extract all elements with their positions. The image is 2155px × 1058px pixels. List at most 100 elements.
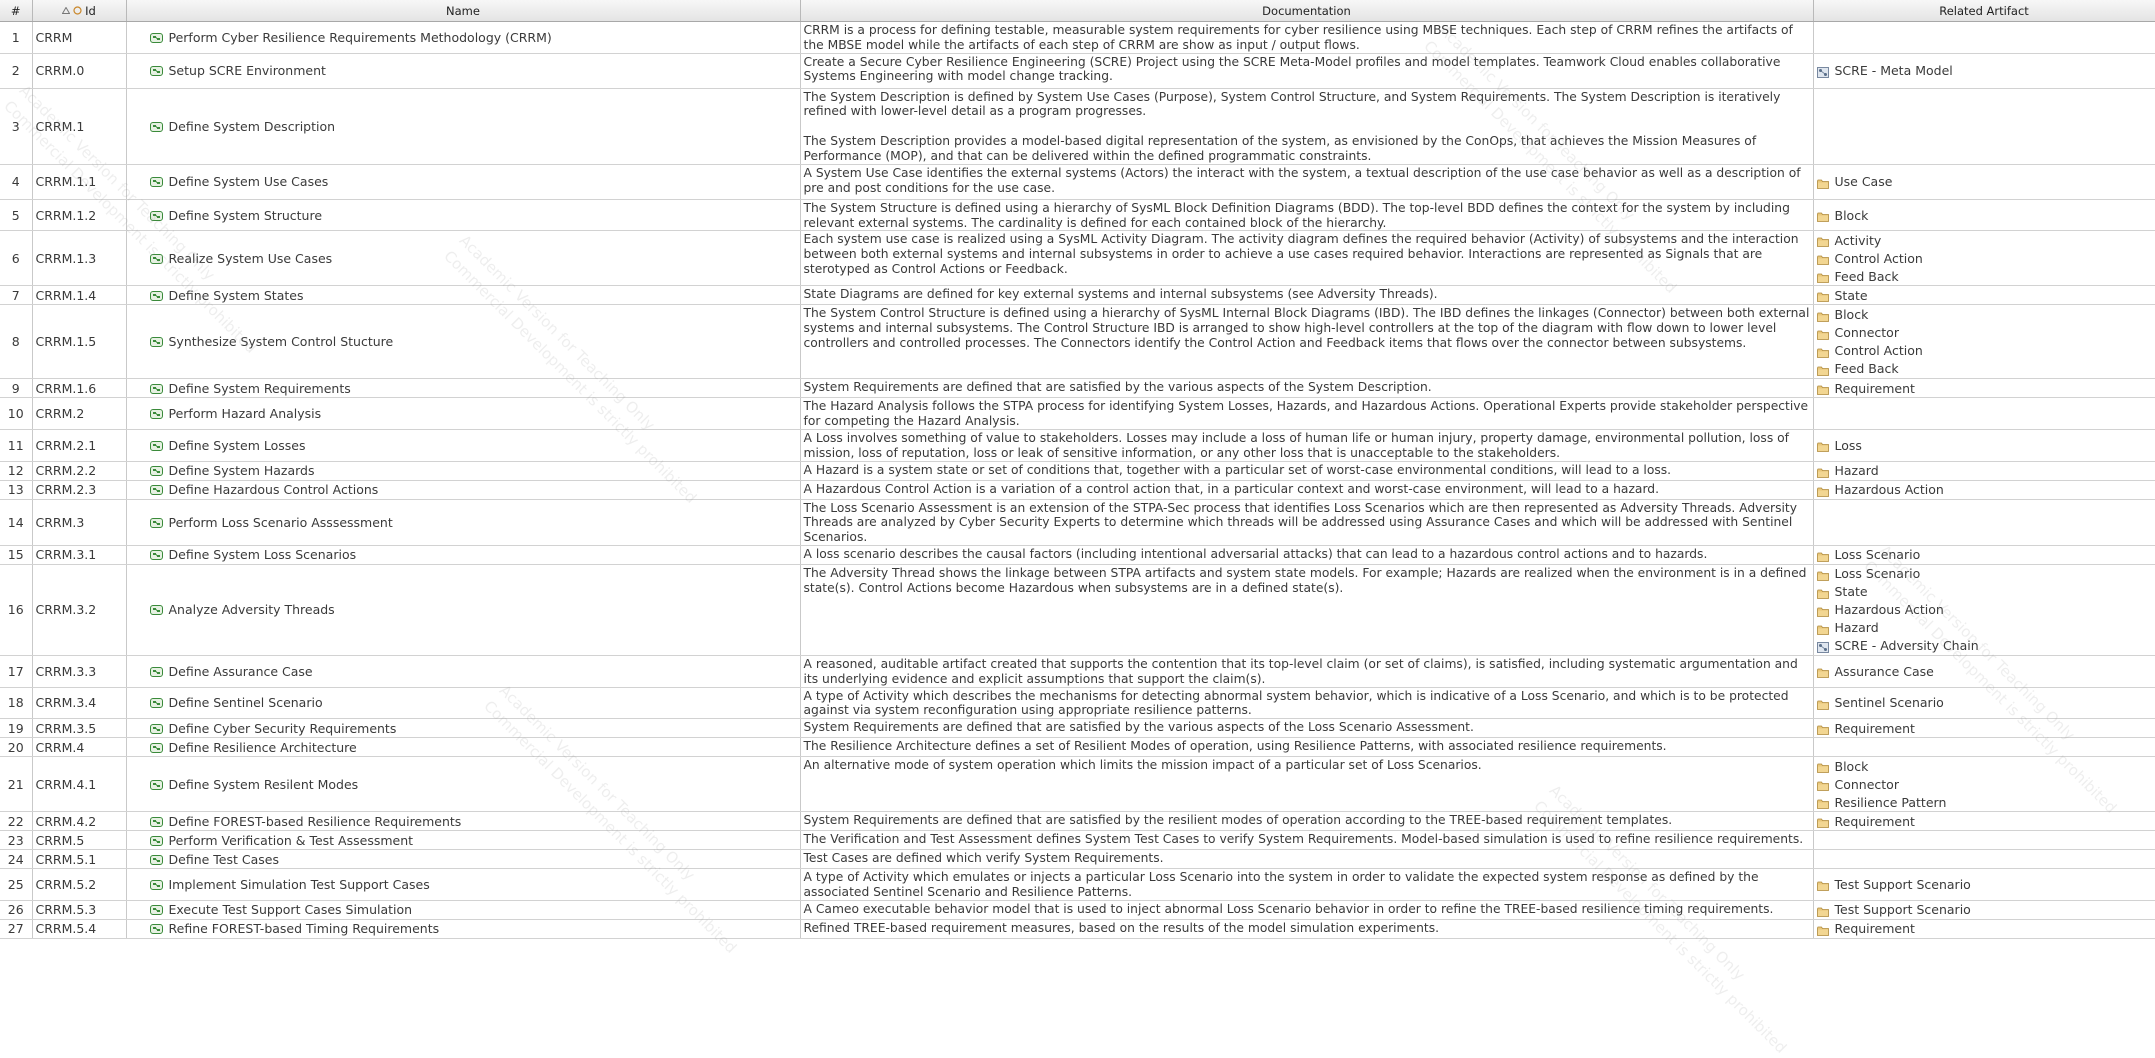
row-related-artifact[interactable]: State xyxy=(1813,285,2155,306)
row-id[interactable]: CRRM.1 xyxy=(32,88,127,165)
row-related-artifact[interactable]: Requirement xyxy=(1813,718,2155,739)
row-related-artifact[interactable]: Hazard xyxy=(1813,461,2155,481)
row-id[interactable]: CRRM.1.3 xyxy=(32,230,127,287)
row-name-cell[interactable]: Perform Verification & Test Assessment xyxy=(126,830,801,851)
row-name-cell[interactable]: Define System States xyxy=(126,285,801,306)
table-row[interactable]: 7 CRRM.1.4 Define System States State Diagr… xyxy=(0,285,2155,306)
column-header-documentation[interactable]: Documentation xyxy=(800,0,1814,22)
row-id[interactable]: CRRM.5.2 xyxy=(32,868,127,901)
column-header-related-artifact[interactable]: Related Artifact xyxy=(1813,0,2155,22)
row-documentation[interactable]: A type of Activity which emulates or inj… xyxy=(800,868,1814,901)
row-related-artifact[interactable]: Block Connector Resilience Pattern xyxy=(1813,756,2155,813)
table-row[interactable]: 13 CRRM.2.3 Define Hazardous Control Actio… xyxy=(0,480,2155,500)
related-artifact-item[interactable]: Hazard xyxy=(1816,619,2155,637)
row-documentation[interactable]: A System Use Case identifies the externa… xyxy=(800,164,1814,200)
related-artifact-item[interactable]: Feed Back xyxy=(1816,267,2155,285)
row-id[interactable]: CRRM.2 xyxy=(32,397,127,430)
related-artifact-item[interactable]: Hazard xyxy=(1816,462,2155,480)
row-documentation[interactable]: CRRM is a process for defining testable,… xyxy=(800,21,1814,54)
row-related-artifact[interactable]: Test Support Scenario xyxy=(1813,868,2155,901)
related-artifact-item[interactable]: Requirement xyxy=(1816,379,2155,397)
related-artifact-item[interactable]: Requirement xyxy=(1816,920,2155,938)
row-documentation[interactable]: A Cameo executable behavior model that i… xyxy=(800,900,1814,920)
row-id[interactable]: CRRM.5.4 xyxy=(32,919,127,939)
row-id[interactable]: CRRM.5.1 xyxy=(32,849,127,870)
related-artifact-item[interactable]: Control Action xyxy=(1816,249,2155,267)
row-documentation[interactable]: System Requirements are defined that are… xyxy=(800,718,1814,739)
row-name-cell[interactable]: Analyze Adversity Threads xyxy=(126,564,801,656)
row-name-cell[interactable]: Define System Use Cases xyxy=(126,164,801,200)
row-documentation[interactable]: System Requirements are defined that are… xyxy=(800,378,1814,399)
row-related-artifact[interactable]: Activity Control Action Feed Back xyxy=(1813,230,2155,287)
row-name-cell[interactable]: Implement Simulation Test Support Cases xyxy=(126,868,801,901)
row-id[interactable]: CRRM.3.5 xyxy=(32,718,127,739)
row-name-cell[interactable]: Define Resilience Architecture xyxy=(126,737,801,758)
row-related-artifact[interactable]: Hazardous Action xyxy=(1813,480,2155,500)
row-related-artifact[interactable]: Block xyxy=(1813,199,2155,232)
related-artifact-item[interactable]: Hazardous Action xyxy=(1816,481,2155,499)
row-documentation[interactable]: A Hazardous Control Action is a variatio… xyxy=(800,480,1814,500)
row-documentation[interactable]: Create a Secure Cyber Resilience Enginee… xyxy=(800,53,1814,89)
row-name-cell[interactable]: Define System Loss Scenarios xyxy=(126,545,801,565)
row-related-artifact[interactable] xyxy=(1813,830,2155,851)
table-row[interactable]: 12 CRRM.2.2 Define System Hazards A Hazard … xyxy=(0,461,2155,481)
table-row[interactable]: 10 CRRM.2 Perform Hazard Analysis The Hazar… xyxy=(0,397,2155,430)
related-artifact-item[interactable]: Feed Back xyxy=(1816,360,2155,378)
row-documentation[interactable]: Refined TREE-based requirement measures,… xyxy=(800,919,1814,939)
related-artifact-item[interactable]: SCRE - Meta Model xyxy=(1816,62,2155,80)
row-documentation[interactable]: The System Structure is defined using a … xyxy=(800,199,1814,232)
table-row[interactable]: 25 CRRM.5.2 Implement Simulation Test Supp… xyxy=(0,868,2155,901)
row-id[interactable]: CRRM.3.4 xyxy=(32,687,127,720)
column-header-id[interactable]: Id xyxy=(32,0,127,22)
row-name-cell[interactable]: Perform Cyber Resilience Requirements Me… xyxy=(126,21,801,54)
row-related-artifact[interactable] xyxy=(1813,499,2155,546)
related-artifact-item[interactable]: Test Support Scenario xyxy=(1816,901,2155,919)
row-documentation[interactable]: The Verification and Test Assessment def… xyxy=(800,830,1814,851)
row-name-cell[interactable]: Execute Test Support Cases Simulation xyxy=(126,900,801,920)
row-documentation[interactable]: Test Cases are defined which verify Syst… xyxy=(800,849,1814,870)
related-artifact-item[interactable]: Loss xyxy=(1816,436,2155,454)
row-documentation[interactable]: The Hazard Analysis follows the STPA pro… xyxy=(800,397,1814,430)
row-documentation[interactable]: An alternative mode of system operation … xyxy=(800,756,1814,813)
table-row[interactable]: 4 CRRM.1.1 Define System Use Cases A System… xyxy=(0,164,2155,200)
row-documentation[interactable]: The System Control Structure is defined … xyxy=(800,304,1814,380)
row-name-cell[interactable]: Realize System Use Cases xyxy=(126,230,801,287)
row-name-cell[interactable]: Define System Hazards xyxy=(126,461,801,481)
row-documentation[interactable]: A type of Activity which describes the m… xyxy=(800,687,1814,720)
row-related-artifact[interactable]: SCRE - Meta Model xyxy=(1813,53,2155,89)
table-row[interactable]: 16 CRRM.3.2 Analyze Adversity Threads The A… xyxy=(0,564,2155,656)
related-artifact-item[interactable]: Hazardous Action xyxy=(1816,601,2155,619)
table-row[interactable]: 6 CRRM.1.3 Realize System Use Cases Each sy… xyxy=(0,230,2155,287)
row-documentation[interactable]: The System Description is defined by Sys… xyxy=(800,88,1814,165)
row-name-cell[interactable]: Refine FOREST-based Timing Requirements xyxy=(126,919,801,939)
table-row[interactable]: 5 CRRM.1.2 Define System Structure The Syst… xyxy=(0,199,2155,232)
table-row[interactable]: 21 CRRM.4.1 Define System Resilent Modes An… xyxy=(0,756,2155,813)
table-row[interactable]: 2 CRRM.0 Setup SCRE Environment Create a Se… xyxy=(0,53,2155,89)
row-id[interactable]: CRRM.2.1 xyxy=(32,429,127,462)
row-id[interactable]: CRRM.3.3 xyxy=(32,655,127,688)
related-artifact-item[interactable]: State xyxy=(1816,286,2155,304)
row-id[interactable]: CRRM.5.3 xyxy=(32,900,127,920)
row-documentation[interactable]: The Resilience Architecture defines a se… xyxy=(800,737,1814,758)
row-name-cell[interactable]: Define System Description xyxy=(126,88,801,165)
related-artifact-item[interactable]: Loss Scenario xyxy=(1816,565,2155,583)
row-related-artifact[interactable]: Loss Scenario State Hazardous Action Hazard… xyxy=(1813,564,2155,656)
row-documentation[interactable]: State Diagrams are defined for key exter… xyxy=(800,285,1814,306)
related-artifact-item[interactable]: Requirement xyxy=(1816,812,2155,830)
row-related-artifact[interactable]: Loss xyxy=(1813,429,2155,462)
table-row[interactable]: 27 CRRM.5.4 Refine FOREST-based Timing Req… xyxy=(0,919,2155,939)
related-artifact-item[interactable]: SCRE - Adversity Chain xyxy=(1816,637,2155,655)
row-related-artifact[interactable]: Block Connector Control Action Feed Back xyxy=(1813,304,2155,380)
row-documentation[interactable]: A Hazard is a system state or set of con… xyxy=(800,461,1814,481)
related-artifact-item[interactable]: Block xyxy=(1816,206,2155,224)
row-name-cell[interactable]: Define System Requirements xyxy=(126,378,801,399)
row-related-artifact[interactable] xyxy=(1813,849,2155,870)
row-name-cell[interactable]: Define Hazardous Control Actions xyxy=(126,480,801,500)
related-artifact-item[interactable]: Sentinel Scenario xyxy=(1816,694,2155,712)
row-name-cell[interactable]: Define Test Cases xyxy=(126,849,801,870)
row-related-artifact[interactable]: Requirement xyxy=(1813,378,2155,399)
row-name-cell[interactable]: Define Assurance Case xyxy=(126,655,801,688)
row-documentation[interactable]: A loss scenario describes the causal fac… xyxy=(800,545,1814,565)
table-row[interactable]: 23 CRRM.5 Perform Verification & Test Asse… xyxy=(0,830,2155,851)
column-header-name[interactable]: Name xyxy=(126,0,801,22)
